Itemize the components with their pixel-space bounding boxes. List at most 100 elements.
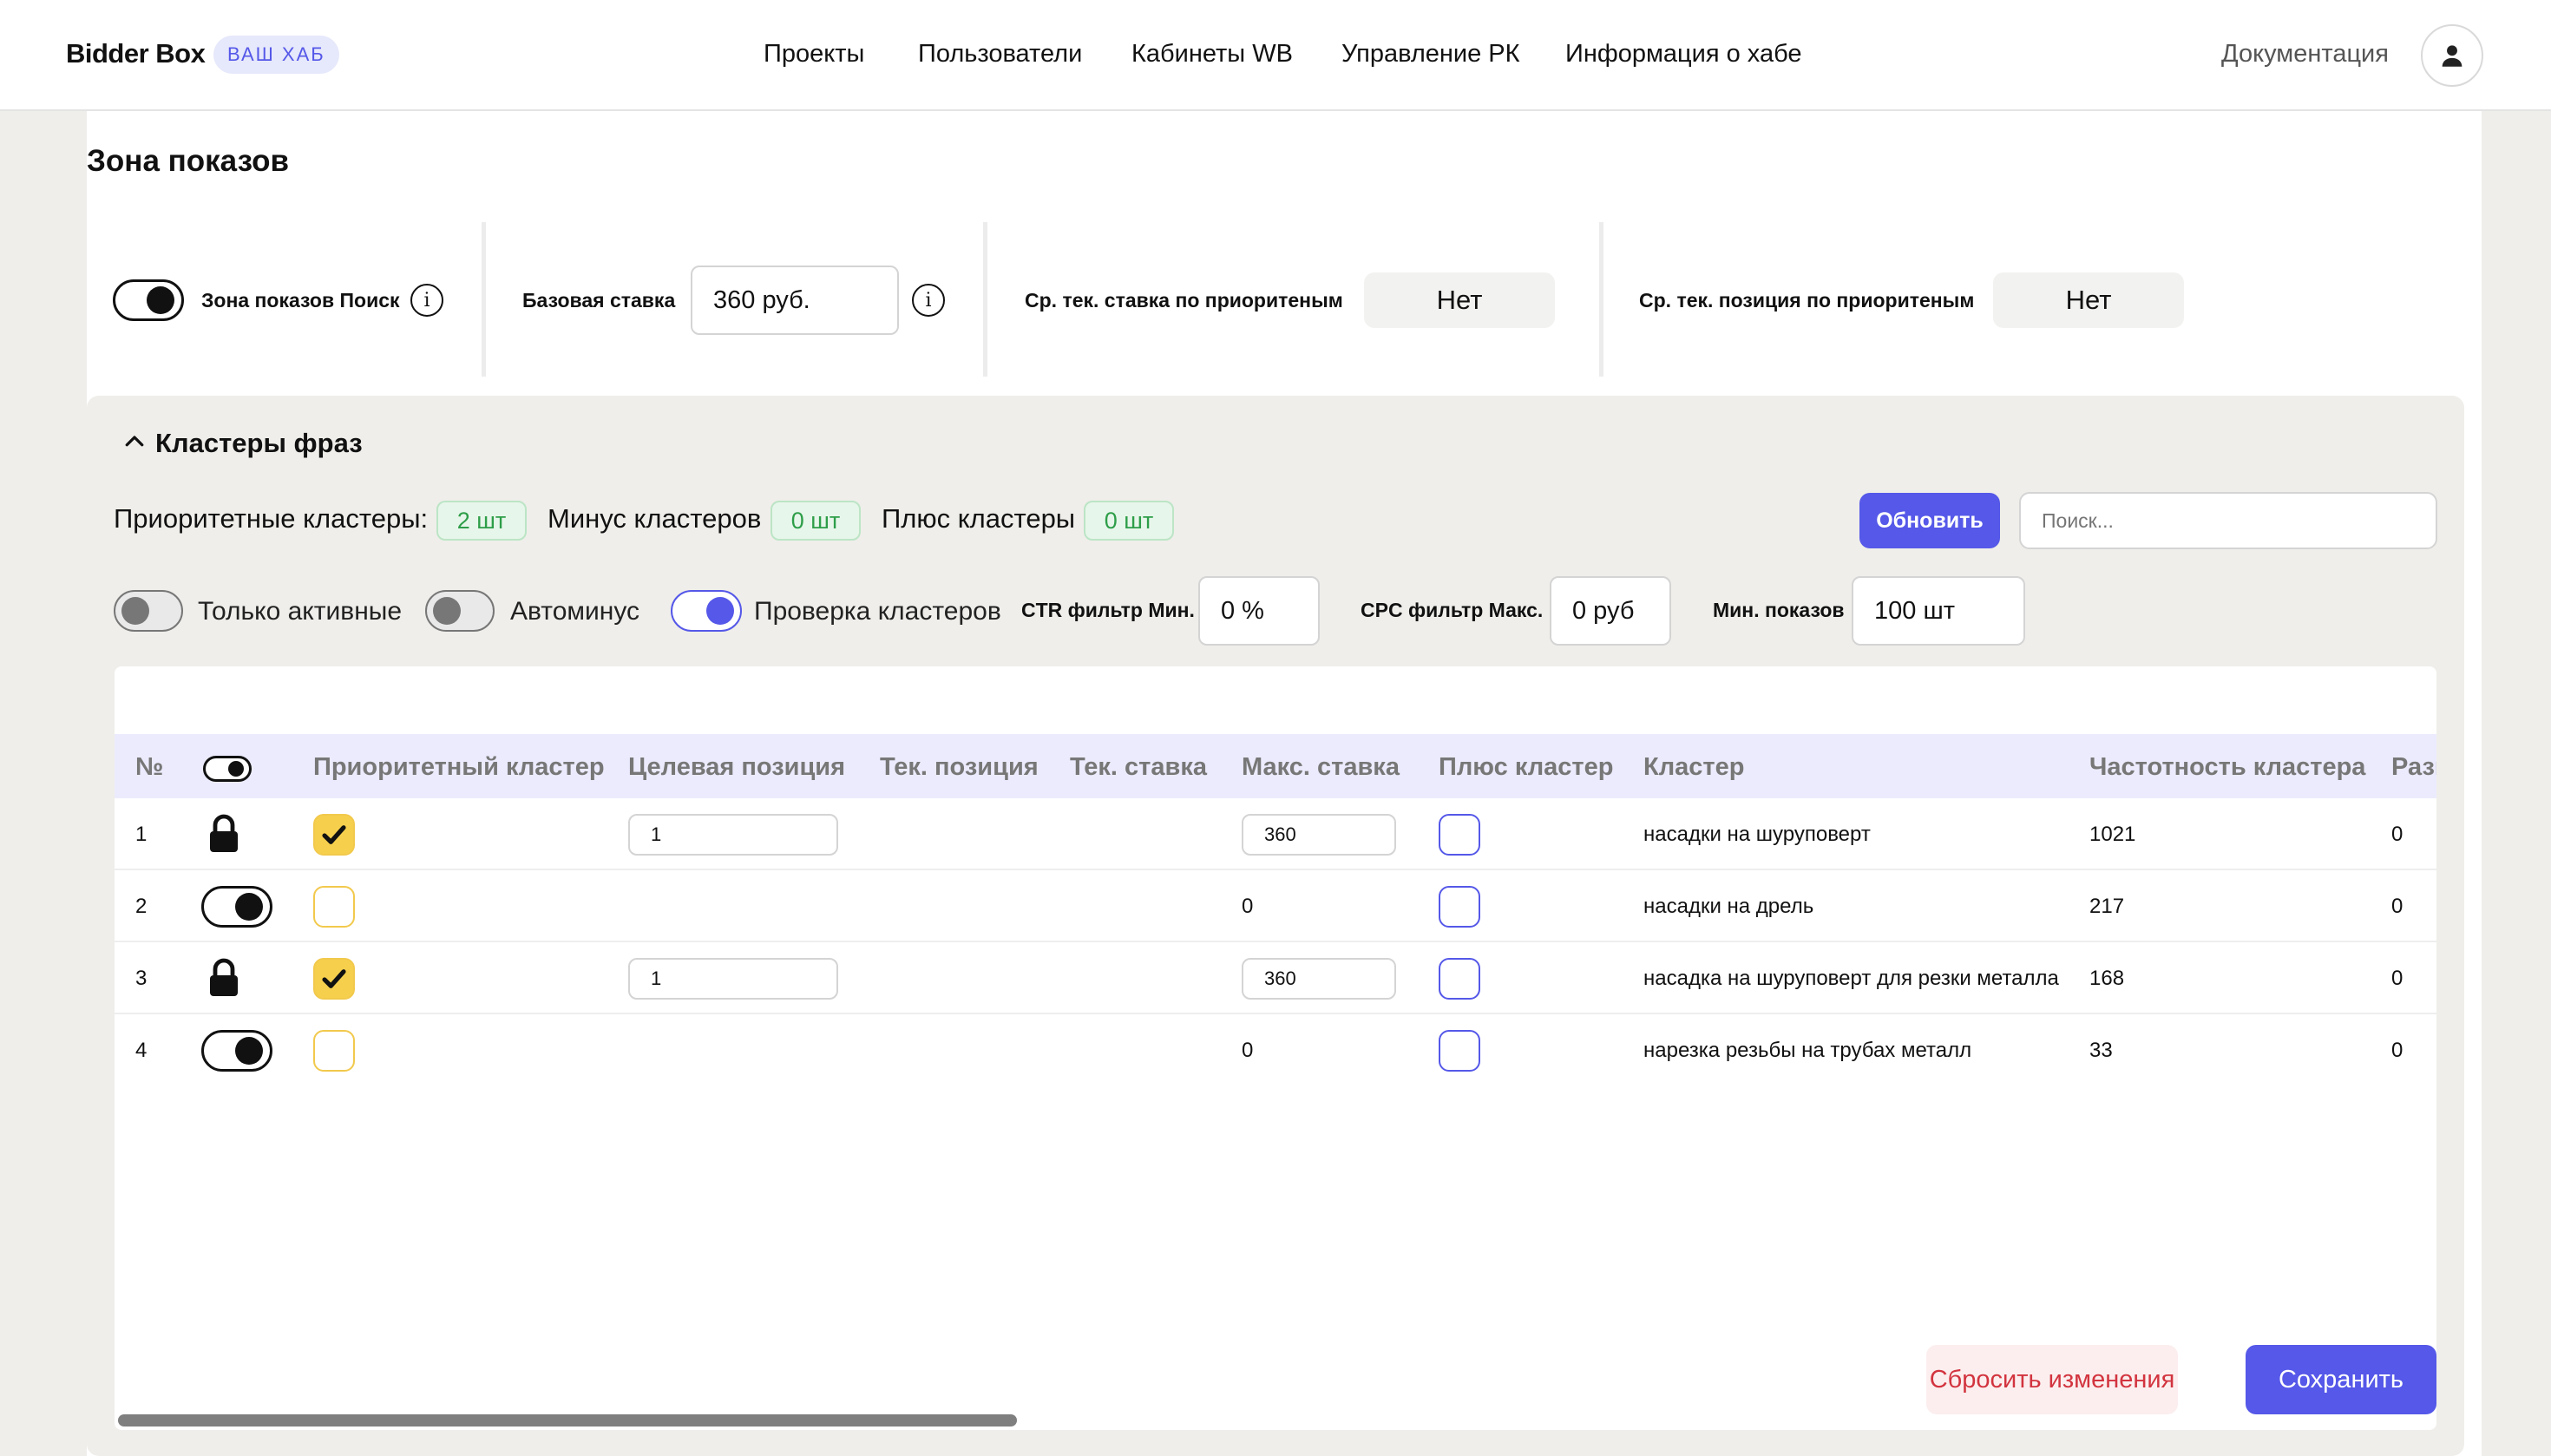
plus-clusters-label: Плюс кластеры <box>882 503 1076 534</box>
avatar[interactable] <box>2421 24 2483 87</box>
col-cluster[interactable]: Кластер <box>1643 753 1744 782</box>
cpc-filter-input[interactable]: 0 руб <box>1550 576 1671 646</box>
nav-documentation[interactable]: Документация <box>2221 40 2389 69</box>
priority-clusters-label: Приоритетные кластеры: <box>114 503 429 534</box>
cluster-name: насадки на шуруповерт <box>1643 823 1871 846</box>
toggle-knob <box>706 597 734 625</box>
only-active-label: Только активные <box>198 597 403 626</box>
priority-checkbox[interactable] <box>313 886 355 928</box>
hub-badge: ВАШ ХАБ <box>213 36 339 74</box>
max-bid-value: 0 <box>1242 895 1254 918</box>
autominus-label: Автоминус <box>510 597 639 626</box>
table-row: 1 1 360 насадки на шуруповерт 1021 0 <box>115 798 2436 870</box>
col-current-position[interactable]: Тек. позиция <box>880 753 1039 782</box>
nav-users[interactable]: Пользователи <box>918 40 1082 69</box>
chevron-up-icon[interactable] <box>121 429 148 455</box>
row-number: 3 <box>135 967 148 990</box>
col-difference[interactable]: Разн <box>2391 753 2436 782</box>
ctr-filter-label: CTR фильтр Мин. <box>1021 599 1195 621</box>
nav-projects[interactable]: Проекты <box>764 40 864 69</box>
cluster-difference: 0 <box>2391 967 2403 990</box>
plus-clusters-count: 0 шт <box>1084 501 1174 541</box>
table-header: № Приоритетный кластер Целевая позиция Т… <box>115 734 2436 798</box>
plus-cluster-checkbox[interactable] <box>1439 814 1480 856</box>
cpc-filter-label: CPC фильтр Макс. <box>1361 599 1544 621</box>
row-number: 1 <box>135 823 148 846</box>
plus-cluster-checkbox[interactable] <box>1439 958 1480 1000</box>
nav-hub-info[interactable]: Информация о хабе <box>1565 40 1802 69</box>
plus-cluster-checkbox[interactable] <box>1439 886 1480 928</box>
minus-clusters-count: 0 шт <box>771 501 861 541</box>
priority-checkbox[interactable] <box>313 814 355 856</box>
plus-cluster-checkbox[interactable] <box>1439 1030 1480 1072</box>
save-button[interactable]: Сохранить <box>2246 1345 2436 1414</box>
max-bid-value: 0 <box>1242 1039 1254 1062</box>
cluster-name: нарезка резьбы на трубах металл <box>1643 1039 1972 1062</box>
cluster-difference: 0 <box>2391 823 2403 846</box>
min-impressions-input[interactable]: 100 шт <box>1852 576 2025 646</box>
info-icon[interactable]: i <box>410 284 443 317</box>
nav-campaign-management[interactable]: Управление РК <box>1341 40 1520 69</box>
cluster-name: насадки на дрель <box>1643 895 1814 918</box>
row-active-toggle[interactable] <box>201 886 272 928</box>
avg-bid-label: Ср. тек. ставка по приоритеным <box>1025 289 1343 312</box>
col-current-bid[interactable]: Тек. ставка <box>1070 753 1207 782</box>
reset-changes-button[interactable]: Сбросить изменения <box>1926 1345 2178 1414</box>
nav-wb-cabinets[interactable]: Кабинеты WB <box>1131 40 1293 69</box>
base-bid-label: Базовая ставка <box>522 289 676 312</box>
priority-checkbox[interactable] <box>313 958 355 1000</box>
ctr-filter-input[interactable]: 0 % <box>1198 576 1320 646</box>
col-priority[interactable]: Приоритетный кластер <box>313 753 605 782</box>
refresh-button[interactable]: Обновить <box>1859 493 2000 548</box>
clusters-section-title[interactable]: Кластеры фраз <box>155 428 363 459</box>
autominus-toggle[interactable] <box>425 590 495 632</box>
user-icon <box>2442 45 2462 67</box>
avg-position-value: Нет <box>1993 272 2184 328</box>
search-zone-toggle[interactable] <box>113 279 184 321</box>
row-active-toggle[interactable] <box>201 1030 272 1072</box>
check-icon <box>322 969 346 988</box>
target-position-input[interactable]: 1 <box>628 958 838 1000</box>
target-position-input[interactable]: 1 <box>628 814 838 856</box>
clusters-table: № Приоритетный кластер Целевая позиция Т… <box>115 666 2436 1430</box>
col-target-position[interactable]: Целевая позиция <box>628 753 845 782</box>
check-clusters-toggle[interactable] <box>671 590 742 632</box>
top-header: Bidder Box ВАШ ХАБ Проекты Пользователи … <box>0 0 2551 111</box>
info-icon[interactable]: i <box>912 284 945 317</box>
col-max-bid[interactable]: Макс. ставка <box>1242 753 1400 782</box>
col-plus-cluster[interactable]: Плюс кластер <box>1439 753 1613 782</box>
max-bid-input[interactable]: 360 <box>1242 958 1396 1000</box>
cluster-frequency: 168 <box>2089 967 2125 990</box>
cluster-frequency: 1021 <box>2089 823 2136 846</box>
select-all-toggle[interactable] <box>203 756 252 782</box>
horizontal-scrollbar[interactable] <box>118 1414 1017 1426</box>
check-clusters-label: Проверка кластеров <box>754 597 1001 626</box>
toggle-knob <box>147 286 174 314</box>
cluster-name: насадка на шуруповерт для резки металла <box>1643 967 2059 990</box>
lock-icon <box>208 814 239 858</box>
cluster-frequency: 217 <box>2089 895 2125 918</box>
toggle-knob <box>121 597 149 625</box>
search-input[interactable] <box>2019 492 2437 549</box>
cluster-frequency: 33 <box>2089 1039 2113 1062</box>
check-icon <box>322 825 346 844</box>
cluster-difference: 0 <box>2391 1039 2403 1062</box>
priority-checkbox[interactable] <box>313 1030 355 1072</box>
table-row: 3 1 360 насадка на шуруповерт для резки … <box>115 942 2436 1014</box>
avg-bid-value: Нет <box>1364 272 1555 328</box>
priority-clusters-count: 2 шт <box>436 501 527 541</box>
col-frequency[interactable]: Частотность кластера <box>2089 753 2365 782</box>
max-bid-input[interactable]: 360 <box>1242 814 1396 856</box>
col-number: № <box>135 753 164 781</box>
page-title: Зона показов <box>87 144 289 178</box>
base-bid-input[interactable]: 360 руб. <box>691 266 899 335</box>
table-row: 4 0 нарезка резьбы на трубах металл 33 0 <box>115 1014 2436 1086</box>
only-active-toggle[interactable] <box>114 590 183 632</box>
brand-logo[interactable]: Bidder Box <box>66 38 206 69</box>
table-row: 2 0 насадки на дрель 217 0 <box>115 870 2436 942</box>
search-zone-label: Зона показов Поиск <box>201 289 400 312</box>
row-number: 4 <box>135 1039 148 1062</box>
avg-position-label: Ср. тек. позиция по приоритеным <box>1639 289 1975 312</box>
divider <box>1599 222 1603 377</box>
toggle-knob <box>228 761 244 777</box>
